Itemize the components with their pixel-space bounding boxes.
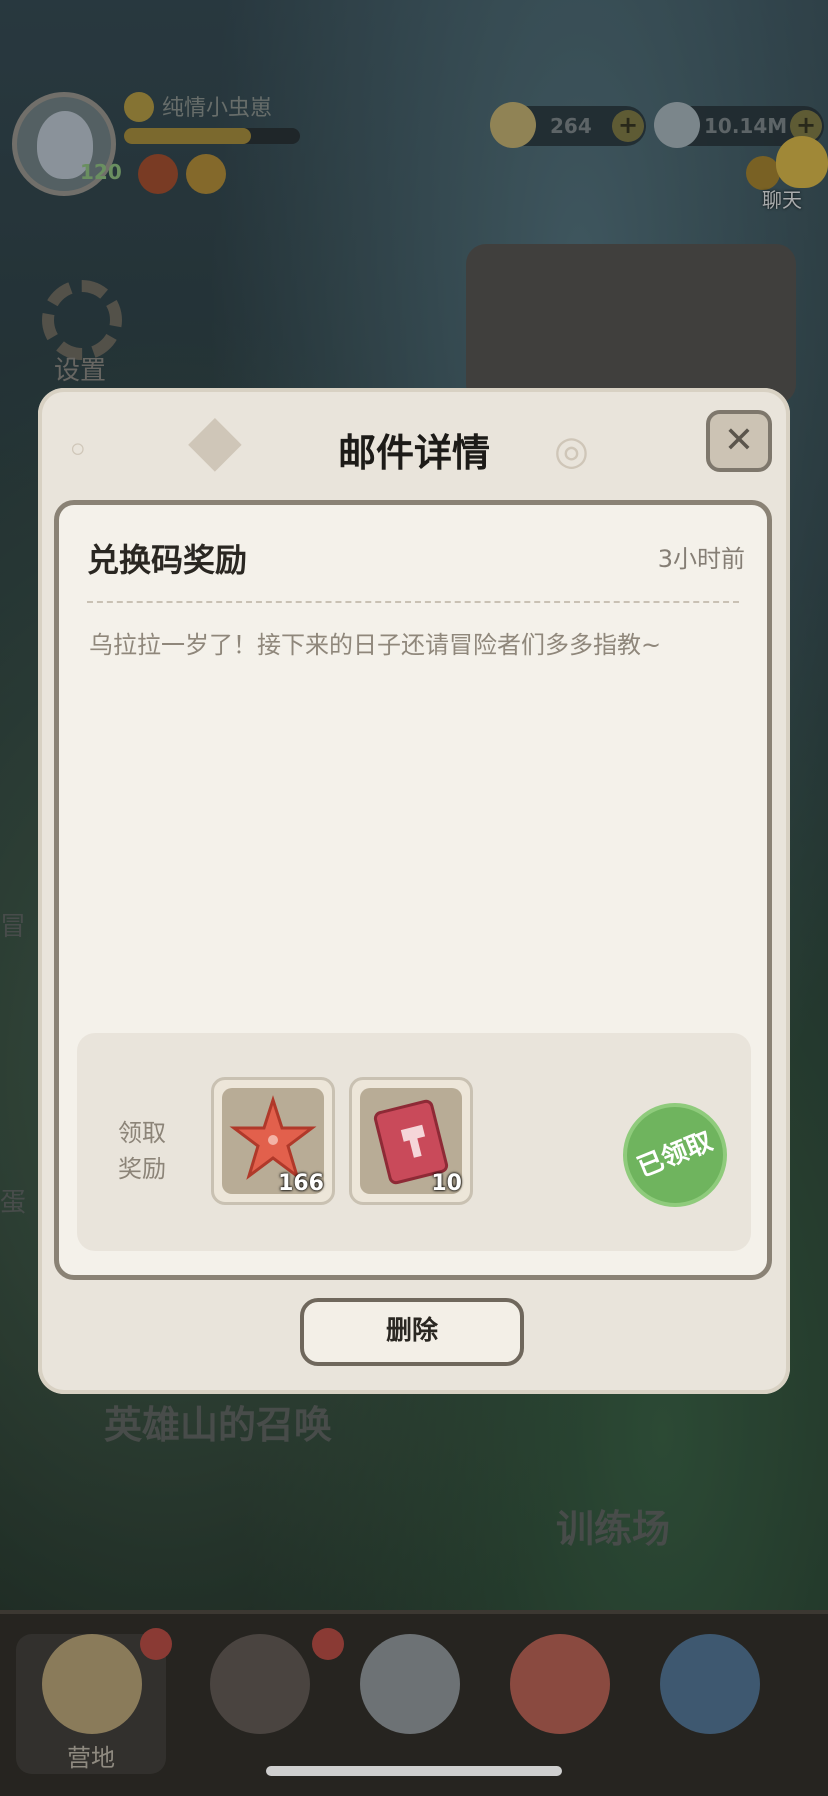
mail-subject: 兑换码奖励 xyxy=(87,541,248,579)
camp-icon xyxy=(42,1634,142,1734)
reward-section: 领取 奖励 166 10 已领取 xyxy=(77,1033,751,1251)
home-indicator[interactable] xyxy=(266,1766,562,1776)
mail-body: 乌拉拉一岁了！接下来的日子还请冒险者们多多指教~ xyxy=(89,631,662,659)
delete-button[interactable]: 删除 xyxy=(300,1298,524,1366)
nav-item-hero[interactable] xyxy=(184,1628,344,1774)
sword-icon xyxy=(360,1634,460,1734)
close-button[interactable]: ✕ xyxy=(706,410,772,472)
item-count: 166 xyxy=(278,1171,324,1196)
guild-icon xyxy=(660,1634,760,1734)
claimed-stamp: 已领取 xyxy=(607,1087,743,1223)
alert-icon xyxy=(140,1628,172,1660)
nav-item-pet[interactable] xyxy=(484,1634,634,1774)
hero-icon xyxy=(210,1634,310,1734)
mail-detail-dialog: ◦ ◆ ◎ 邮件详情 ✕ 兑换码奖励 3小时前 乌拉拉一岁了！接下来的日子还请冒… xyxy=(38,388,790,1394)
item-count: 10 xyxy=(431,1171,462,1196)
mail-content-panel: 兑换码奖励 3小时前 乌拉拉一岁了！接下来的日子还请冒险者们多多指教~ 领取 奖励… xyxy=(54,500,772,1280)
reward-label: 领取 奖励 xyxy=(118,1119,166,1183)
reward-item-ticket[interactable]: 10 xyxy=(349,1077,473,1205)
dialog-title: 邮件详情 xyxy=(337,431,490,475)
nav-item-guild[interactable] xyxy=(634,1634,784,1774)
nav-item-camp[interactable]: 营地 xyxy=(16,1628,172,1774)
nav-label: 营地 xyxy=(67,1744,115,1772)
pet-icon xyxy=(510,1634,610,1734)
close-icon: ✕ xyxy=(723,420,755,461)
nav-item-equipment[interactable] xyxy=(334,1634,484,1774)
divider xyxy=(87,601,739,603)
reward-item-starfish[interactable]: 166 xyxy=(211,1077,335,1205)
mail-time: 3小时前 xyxy=(657,545,745,573)
